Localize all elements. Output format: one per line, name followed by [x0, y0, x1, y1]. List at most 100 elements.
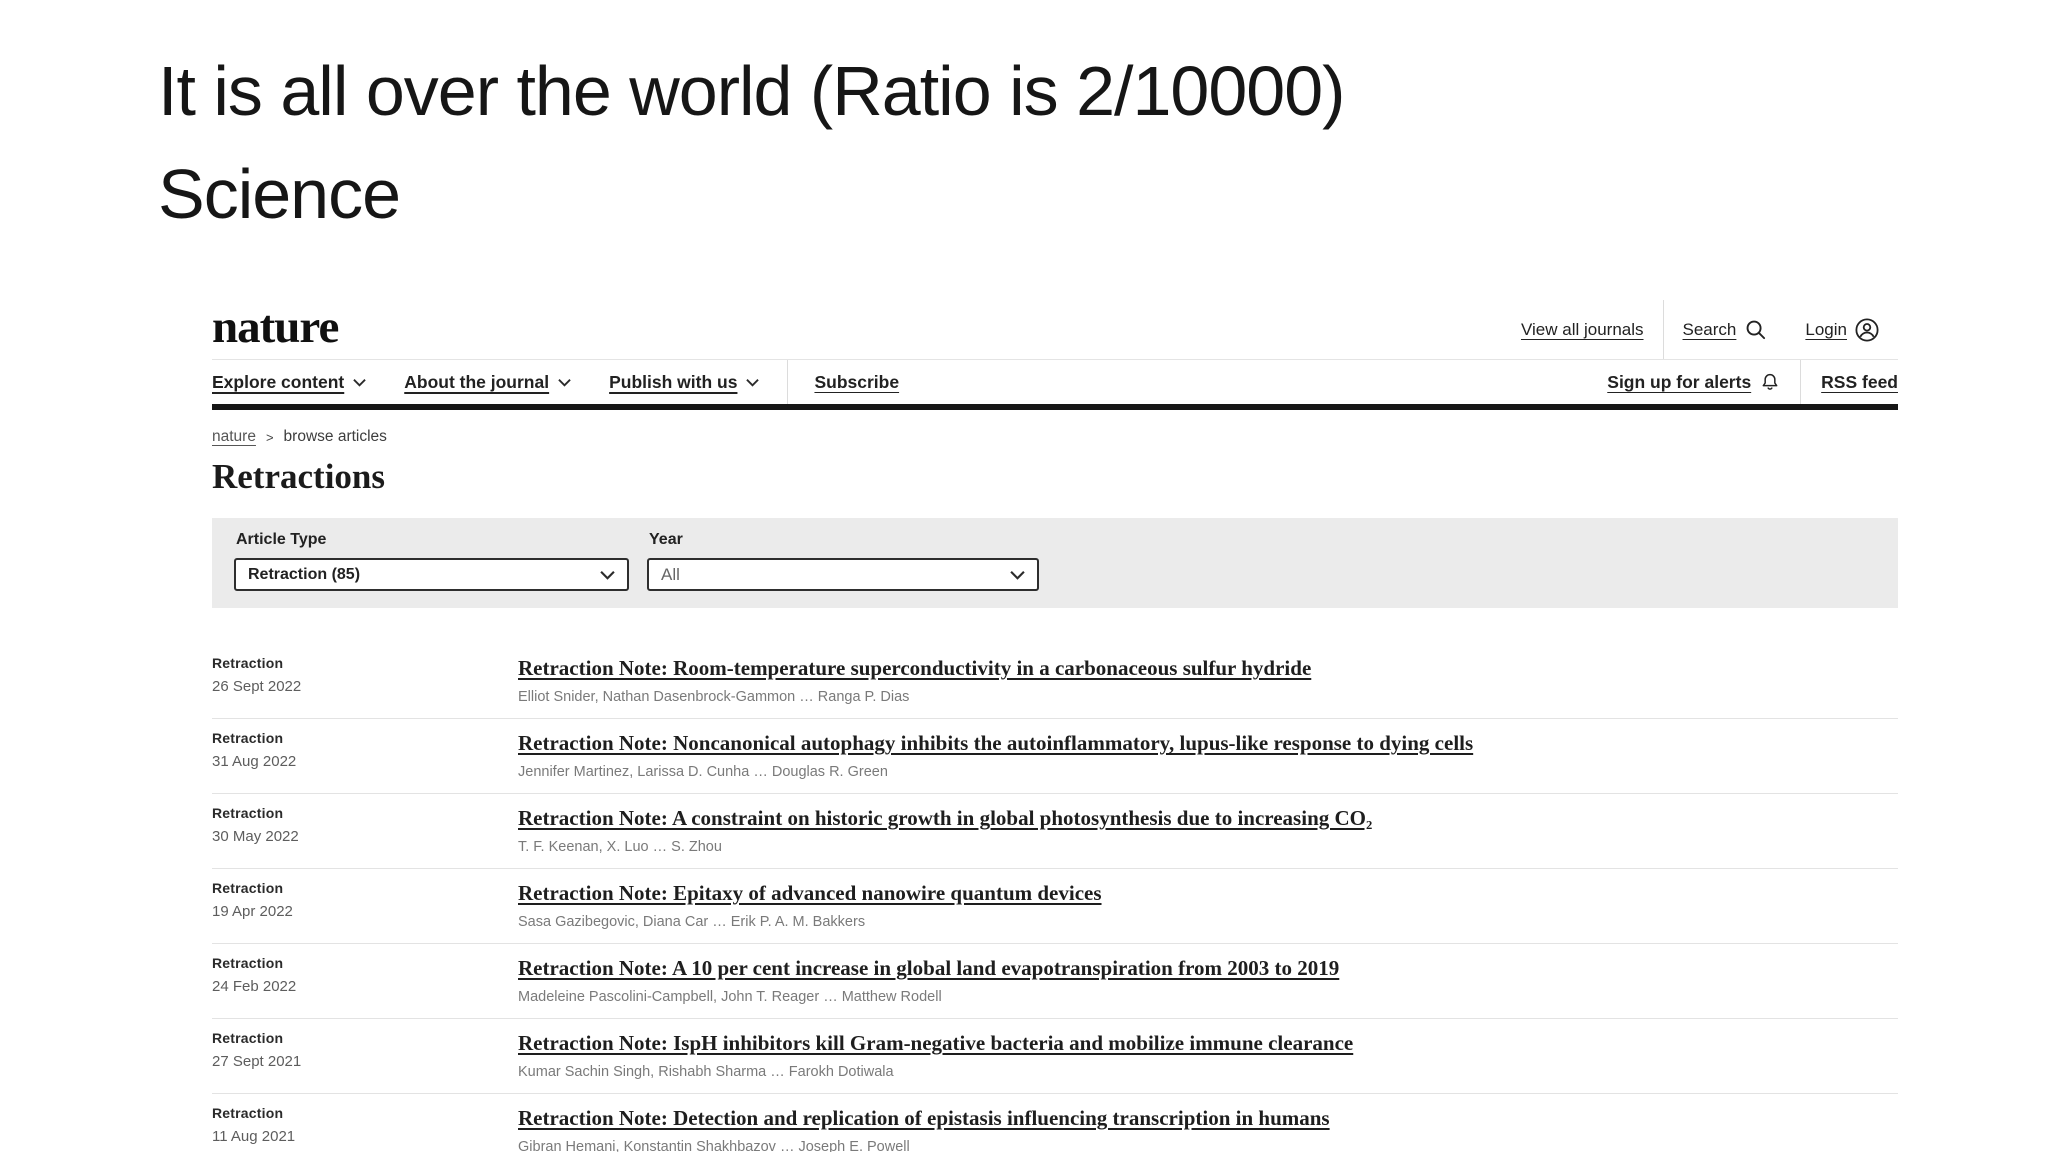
- article-meta: Retraction 26 Sept 2022: [212, 655, 518, 706]
- article-date: 24 Feb 2022: [212, 978, 297, 995]
- article-date: 30 May 2022: [212, 828, 299, 845]
- article-type-badge: Retraction: [212, 730, 284, 746]
- article-type-label: Article Type: [236, 531, 327, 548]
- rss-feed-link[interactable]: RSS feed: [1801, 372, 1898, 393]
- subscribe-label[interactable]: Subscribe: [814, 372, 899, 393]
- article-meta: Retraction 19 Apr 2022: [212, 880, 518, 931]
- article-title-link[interactable]: Retraction Note: IspH inhibitors kill Gr…: [518, 1030, 1353, 1056]
- nature-logo[interactable]: nature: [212, 304, 339, 355]
- article-authors: Elliot Snider, Nathan Dasenbrock-Gammon …: [518, 689, 910, 705]
- presentation-slide: It is all over the world (Ratio is 2/100…: [0, 0, 2048, 1152]
- article-authors: T. F. Keenan, X. Luo … S. Zhou: [518, 839, 722, 855]
- slide-title-line2: Science: [158, 155, 401, 233]
- article-row: Retraction 27 Sept 2021 Retraction Note:…: [212, 1019, 1898, 1094]
- view-all-journals-link[interactable]: View all journals: [1502, 320, 1663, 340]
- article-row: Retraction 31 Aug 2022 Retraction Note: …: [212, 719, 1898, 794]
- breadcrumb: nature > browse articles: [212, 428, 1898, 446]
- article-authors: Sasa Gazibegovic, Diana Car … Erik P. A.…: [518, 914, 866, 930]
- breadcrumb-separator: >: [265, 429, 274, 445]
- login-label[interactable]: Login: [1805, 320, 1847, 340]
- chevron-down-icon: [746, 378, 760, 387]
- article-authors: Jennifer Martinez, Larissa D. Cunha … Do…: [518, 764, 888, 780]
- article-authors: Gibran Hemani, Konstantin Shakhbazov … J…: [518, 1139, 910, 1152]
- article-type-value: Retraction (85): [248, 565, 361, 583]
- article-title-link[interactable]: Retraction Note: Detection and replicati…: [518, 1105, 1330, 1131]
- main-nav: Explore content About the journal Publis…: [212, 360, 1898, 410]
- article-type-badge: Retraction: [212, 1105, 284, 1121]
- main-nav-left: Explore content About the journal Publis…: [212, 360, 899, 404]
- site-header: nature View all journals Search Login: [212, 300, 1898, 360]
- alerts-nav: Sign up for alerts RSS feed: [1587, 360, 1898, 404]
- bell-icon: [1760, 372, 1780, 392]
- chevron-down-icon: [600, 570, 615, 580]
- article-title-link[interactable]: Retraction Note: A 10 per cent increase …: [518, 955, 1339, 981]
- nav-item-subscribe[interactable]: Subscribe: [788, 360, 899, 404]
- chevron-down-icon: [1010, 570, 1025, 580]
- article-meta: Retraction 24 Feb 2022: [212, 955, 518, 1006]
- article-title-link[interactable]: Retraction Note: Epitaxy of advanced nan…: [518, 880, 1102, 906]
- nav-item-about-the-journal[interactable]: About the journal: [404, 372, 571, 393]
- article-type-badge: Retraction: [212, 805, 284, 821]
- article-meta: Retraction 27 Sept 2021: [212, 1030, 518, 1081]
- page-title: Retractions: [212, 457, 386, 496]
- article-type-badge: Retraction: [212, 655, 284, 671]
- publish-with-us-label[interactable]: Publish with us: [609, 372, 737, 393]
- article-main: Retraction Note: IspH inhibitors kill Gr…: [518, 1030, 1898, 1081]
- article-date: 19 Apr 2022: [212, 903, 293, 920]
- article-date: 26 Sept 2022: [212, 678, 302, 695]
- slide-title-line1: It is all over the world (Ratio is 2/100…: [158, 52, 1345, 130]
- article-type-filter: Article Type Retraction (85): [234, 531, 629, 608]
- year-label: Year: [649, 531, 683, 548]
- article-date: 31 Aug 2022: [212, 753, 297, 770]
- article-main: Retraction Note: Epitaxy of advanced nan…: [518, 880, 1898, 931]
- nature-website-screenshot: nature View all journals Search Login Ex…: [212, 300, 1898, 1152]
- article-main: Retraction Note: A constraint on histori…: [518, 805, 1898, 856]
- article-meta: Retraction 11 Aug 2021: [212, 1105, 518, 1152]
- article-authors: Madeleine Pascolini-Campbell, John T. Re…: [518, 989, 942, 1005]
- user-circle-icon[interactable]: [1855, 317, 1879, 342]
- article-meta: Retraction 30 May 2022: [212, 805, 518, 856]
- article-row: Retraction 30 May 2022 Retraction Note: …: [212, 794, 1898, 869]
- breadcrumb-current: browse articles: [283, 428, 387, 445]
- slide-title: It is all over the world (Ratio is 2/100…: [158, 40, 1345, 246]
- rss-feed-label[interactable]: RSS feed: [1821, 372, 1898, 393]
- filter-panel: Article Type Retraction (85) Year All: [212, 518, 1898, 608]
- search-icon[interactable]: [1744, 318, 1767, 341]
- year-value: All: [661, 564, 680, 584]
- article-main: Retraction Note: A 10 per cent increase …: [518, 955, 1898, 1006]
- article-type-badge: Retraction: [212, 1030, 284, 1046]
- article-title-link[interactable]: Retraction Note: A constraint on histori…: [518, 805, 1372, 831]
- about-the-journal-label[interactable]: About the journal: [404, 372, 549, 393]
- article-meta: Retraction 31 Aug 2022: [212, 730, 518, 781]
- chevron-down-icon: [353, 378, 366, 387]
- breadcrumb-nature-link[interactable]: nature: [212, 428, 256, 446]
- utility-nav: View all journals Search Login: [1502, 300, 1898, 359]
- article-title-link[interactable]: Retraction Note: Room-temperature superc…: [518, 655, 1311, 681]
- view-all-journals-label[interactable]: View all journals: [1521, 320, 1644, 340]
- article-main: Retraction Note: Noncanonical autophagy …: [518, 730, 1898, 781]
- article-row: Retraction 19 Apr 2022 Retraction Note: …: [212, 869, 1898, 944]
- article-main: Retraction Note: Room-temperature superc…: [518, 655, 1898, 706]
- sign-up-for-alerts-link[interactable]: Sign up for alerts: [1587, 372, 1800, 393]
- article-date: 11 Aug 2021: [212, 1128, 296, 1145]
- article-date: 27 Sept 2021: [212, 1053, 302, 1070]
- article-main: Retraction Note: Detection and replicati…: [518, 1105, 1898, 1152]
- article-row: Retraction 26 Sept 2022 Retraction Note:…: [212, 644, 1898, 719]
- article-row: Retraction 24 Feb 2022 Retraction Note: …: [212, 944, 1898, 1019]
- search-link[interactable]: Search: [1664, 318, 1787, 341]
- article-type-select[interactable]: Retraction (85): [234, 558, 629, 591]
- article-authors: Kumar Sachin Singh, Rishabh Sharma … Far…: [518, 1064, 894, 1080]
- search-label[interactable]: Search: [1683, 320, 1737, 340]
- article-list: Retraction 26 Sept 2022 Retraction Note:…: [212, 644, 1898, 1152]
- article-type-badge: Retraction: [212, 880, 284, 896]
- chevron-down-icon: [558, 378, 571, 387]
- nav-item-explore-content[interactable]: Explore content: [212, 372, 366, 393]
- sign-up-for-alerts-label[interactable]: Sign up for alerts: [1607, 372, 1751, 393]
- year-select[interactable]: All: [647, 558, 1039, 591]
- article-row: Retraction 11 Aug 2021 Retraction Note: …: [212, 1094, 1898, 1152]
- article-type-badge: Retraction: [212, 955, 284, 971]
- explore-content-label[interactable]: Explore content: [212, 372, 344, 393]
- nav-item-publish-with-us[interactable]: Publish with us: [609, 372, 760, 393]
- login-link[interactable]: Login: [1786, 317, 1898, 342]
- article-title-link[interactable]: Retraction Note: Noncanonical autophagy …: [518, 730, 1473, 756]
